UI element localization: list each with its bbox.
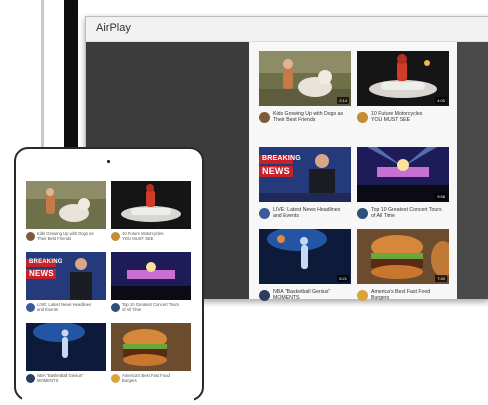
- thumbnail-burgers: [111, 323, 191, 371]
- tablet-device: Kids Growing Up with Dogs as Their Best …: [14, 147, 204, 405]
- thumbnail-nba: 5:21: [259, 229, 351, 284]
- thumbnail-kids-dogs: 2:14: [259, 51, 351, 106]
- video-title: Top 10 Greatest Concert Tours of All Tim…: [122, 302, 179, 312]
- duration-badge: 4:05: [435, 97, 447, 104]
- duration-badge: 5:21: [337, 275, 349, 282]
- duration-badge: 7:40: [435, 275, 447, 282]
- video-title: Kids Growing Up with Dogs as Their Best …: [37, 231, 94, 241]
- camera-icon: [107, 160, 110, 163]
- video-panel: 2:14 Kids Growing Up with Dogs as Their …: [249, 42, 457, 302]
- channel-avatar: [111, 374, 120, 383]
- channel-avatar: [259, 208, 270, 219]
- video-title: 10 Future Motorcycles YOU MUST SEE: [371, 111, 423, 124]
- thumbnail-burgers: 7:40: [357, 229, 449, 284]
- background-stand-black: [64, 0, 78, 150]
- video-title: America's Best Fast Food Burgers: [122, 373, 170, 383]
- channel-avatar: [111, 303, 120, 312]
- channel-avatar: [26, 232, 35, 241]
- airplay-title: AirPlay: [96, 22, 131, 34]
- thumbnail-motorcycles: [111, 181, 191, 229]
- video-title: LIVE: Latest News Headlines and Events: [273, 207, 341, 220]
- thumbnail-concert: [111, 252, 191, 300]
- video-title: NBA "Basketball Genius" MOMENTS: [37, 373, 84, 383]
- channel-avatar: [26, 374, 35, 383]
- video-title: Top 10 Greatest Concert Tours of All Tim…: [371, 207, 442, 220]
- channel-avatar: [357, 112, 368, 123]
- channel-avatar: [26, 303, 35, 312]
- video-title: Kids Growing Up with Dogs as Their Best …: [273, 111, 344, 124]
- video-title: America's Best Fast Food Burgers: [371, 289, 431, 302]
- thumbnail-news: BREAKING NEWS: [26, 252, 106, 300]
- video-title: LIVE: Latest News Headlines and Events: [37, 302, 92, 312]
- channel-avatar: [357, 208, 368, 219]
- news-text: NEWS: [262, 166, 290, 176]
- tv-right-area: [457, 42, 488, 299]
- channel-avatar: [259, 112, 270, 123]
- channel-avatar: [259, 290, 270, 301]
- background-stand-gray: [41, 0, 44, 150]
- channel-avatar: [111, 232, 120, 241]
- duration-badge: 9:58: [435, 193, 447, 200]
- thumbnail-nba: [26, 323, 106, 371]
- thumbnail-kids-dogs: [26, 181, 106, 229]
- breaking-text: BREAKING: [262, 155, 301, 162]
- airplay-header: AirPlay: [86, 17, 488, 42]
- tablet-screen: Kids Growing Up with Dogs as Their Best …: [22, 175, 194, 405]
- thumbnail-news: BREAKING NEWS: [259, 147, 351, 202]
- thumbnail-motorcycles: 4:05: [357, 51, 449, 106]
- duration-badge: 2:14: [337, 97, 349, 104]
- breaking-text: BREAKING: [29, 259, 63, 265]
- video-title: NBA "Basketball Genius" MOMENTS: [273, 289, 331, 302]
- thumbnail-concert: 9:58: [357, 147, 449, 202]
- video-title: 10 Future Motorcycles YOU MUST SEE: [122, 231, 164, 241]
- news-text: NEWS: [29, 269, 54, 278]
- channel-avatar: [357, 290, 368, 301]
